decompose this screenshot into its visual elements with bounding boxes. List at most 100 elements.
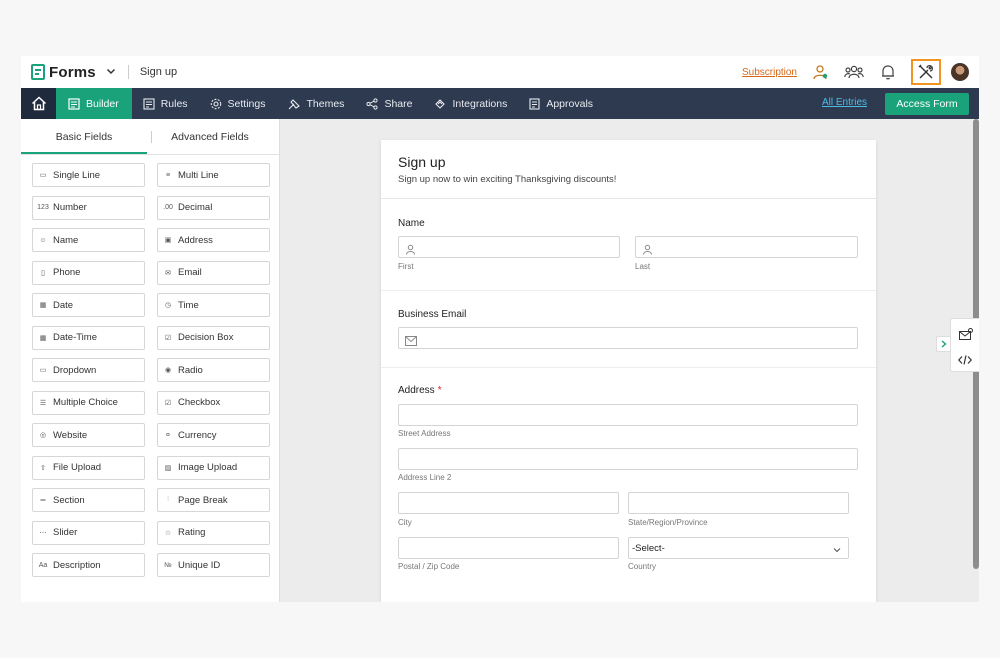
tab-builder[interactable]: Builder [56, 88, 132, 119]
field-multiple-choice[interactable]: ☰ Multiple Choice [32, 390, 145, 415]
form-header[interactable]: Sign up Sign up now to win exciting Than… [381, 140, 876, 199]
field-currency[interactable]: ¤ Currency [157, 423, 270, 447]
form-subtitle: Sign up now to win exciting Thanksgiving… [398, 174, 617, 185]
country-selected-value: -Select- [632, 543, 665, 554]
field-label: Email [178, 267, 202, 278]
field-time[interactable]: ◷ Time [157, 293, 270, 317]
field-rating[interactable]: ☆ Rating [157, 520, 270, 545]
last-name-field[interactable] [635, 236, 858, 258]
field-date-time[interactable]: ▦ Date-Time [32, 325, 145, 350]
field-number[interactable]: 123 Number [32, 195, 145, 220]
email-label: Business Email [398, 309, 467, 320]
field-decision-box[interactable]: ☑ Decision Box [157, 325, 270, 350]
line2-hint: Address Line 2 [398, 473, 452, 482]
chevron-right-icon [941, 340, 947, 348]
fields-tabs: Basic Fields Advanced Fields [21, 119, 279, 155]
state-field[interactable] [628, 492, 849, 514]
tab-integrations[interactable]: Integrations [423, 88, 518, 119]
tab-approvals[interactable]: Approvals [518, 88, 604, 119]
address-line2-field[interactable] [398, 448, 858, 470]
tab-settings[interactable]: Settings [199, 88, 277, 119]
access-form-button[interactable]: Access Form [885, 93, 969, 115]
field-label: Slider [53, 527, 78, 538]
field-label: Checkbox [178, 397, 221, 408]
home-button[interactable] [21, 88, 56, 119]
field-page-break[interactable]: ⫶ Page Break [157, 488, 270, 512]
field-decimal[interactable]: .00 Decimal [157, 195, 270, 220]
fields-panel: Basic Fields Advanced Fields ▭ Single Lin… [21, 119, 280, 602]
radio-icon: ◉ [164, 367, 172, 374]
country-hint: Country [628, 562, 657, 571]
approvals-icon [529, 97, 540, 110]
field-label: Decimal [178, 202, 213, 213]
tab-rules[interactable]: Rules [132, 88, 199, 119]
field-section[interactable]: ═ Section [32, 488, 145, 512]
state-hint: State/Region/Province [628, 518, 708, 527]
user-settings-icon[interactable] [809, 61, 831, 83]
field-label: Date-Time [53, 332, 97, 343]
required-mark: * [437, 385, 442, 396]
field-checkbox[interactable]: ☑ Checkbox [157, 390, 270, 415]
field-label: File Upload [53, 462, 102, 473]
code-icon[interactable] [957, 352, 973, 370]
builder-icon [68, 97, 80, 110]
field-dropdown[interactable]: ▭ Dropdown [32, 358, 145, 382]
field-date[interactable]: ▦ Date [32, 293, 145, 317]
field-phone[interactable]: ▯ Phone [32, 260, 145, 285]
subscription-link[interactable]: Subscription [742, 67, 797, 78]
field-label: Time [178, 299, 199, 311]
bell-icon[interactable] [877, 61, 899, 83]
street-address-field[interactable] [398, 404, 858, 426]
field-file-upload[interactable]: ⇧ File Upload [32, 455, 145, 480]
expand-panel-button[interactable] [936, 336, 950, 352]
section-divider [381, 290, 876, 291]
chevron-down-icon[interactable] [106, 66, 116, 79]
tab-advanced-fields[interactable]: Advanced Fields [147, 119, 273, 154]
field-slider[interactable]: ⋯ Slider [32, 520, 145, 545]
field-name[interactable]: ☺ Name [32, 228, 145, 252]
single-line-icon: ▭ [39, 172, 47, 179]
field-single-line[interactable]: ▭ Single Line [32, 163, 145, 187]
decimal-icon: .00 [163, 204, 173, 211]
app-logo[interactable]: Forms [31, 64, 96, 81]
field-label: Website [53, 429, 88, 441]
tab-share[interactable]: Share [355, 88, 423, 119]
field-address[interactable]: ▣ Address [157, 228, 270, 252]
field-unique-id[interactable]: № Unique ID [157, 553, 270, 577]
business-email-field[interactable] [398, 327, 858, 349]
field-label: Dropdown [53, 364, 97, 376]
address-label: Address * [398, 385, 442, 396]
calendar-icon: ▦ [39, 302, 47, 309]
preview-icon[interactable] [959, 327, 973, 345]
last-hint: Last [635, 262, 651, 271]
field-label: Date [53, 299, 74, 311]
field-multi-line[interactable]: ≡ Multi Line [157, 163, 270, 187]
zip-field[interactable] [398, 537, 619, 559]
checklist-icon: ☑ [164, 399, 172, 407]
address-icon: ▣ [164, 237, 172, 244]
file-upload-icon: ⇧ [40, 464, 46, 472]
field-label: Image Upload [178, 462, 238, 473]
field-image-upload[interactable]: ▨ Image Upload [157, 455, 270, 480]
field-label: Rating [178, 527, 206, 538]
team-icon[interactable] [843, 61, 865, 83]
city-field[interactable] [398, 492, 619, 514]
field-radio[interactable]: ◉ Radio [157, 358, 270, 382]
image-icon: ▨ [164, 464, 172, 472]
form-name[interactable]: Sign up [140, 66, 177, 78]
dropdown-icon: ▭ [39, 367, 47, 374]
street-hint: Street Address [398, 429, 451, 438]
all-entries-link[interactable]: All Entries [822, 97, 867, 108]
tab-themes[interactable]: Themes [277, 88, 356, 119]
field-label: Description [53, 559, 101, 571]
country-select[interactable]: -Select- [628, 537, 849, 559]
form-canvas: Sign up Sign up now to win exciting Than… [280, 119, 979, 602]
field-description[interactable]: Aa Description [32, 553, 145, 577]
first-name-field[interactable] [398, 236, 620, 258]
field-email[interactable]: ✉ Email [157, 260, 270, 285]
avatar[interactable] [951, 63, 969, 81]
zip-hint: Postal / Zip Code [398, 562, 460, 571]
field-website[interactable]: ◎ Website [32, 423, 145, 447]
tools-icon[interactable] [911, 59, 941, 85]
tab-basic-fields[interactable]: Basic Fields [21, 119, 147, 154]
